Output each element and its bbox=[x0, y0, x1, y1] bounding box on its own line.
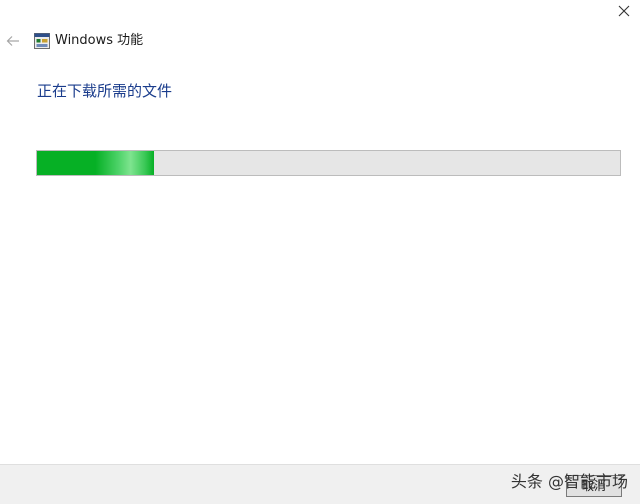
back-arrow-icon bbox=[6, 36, 19, 46]
progress-fill bbox=[37, 151, 154, 175]
download-progress-bar bbox=[36, 150, 621, 176]
page-heading: 正在下载所需的文件 bbox=[37, 82, 173, 100]
windows-features-icon bbox=[34, 33, 50, 49]
back-button[interactable] bbox=[4, 32, 22, 50]
close-button[interactable] bbox=[608, 0, 640, 22]
close-icon bbox=[618, 5, 630, 17]
window-title: Windows 功能 bbox=[55, 33, 144, 48]
watermark-text: 头条 @智能市场 bbox=[510, 472, 628, 491]
